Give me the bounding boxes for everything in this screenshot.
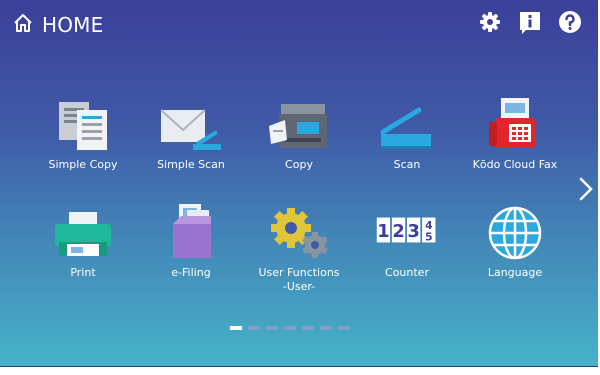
- page-dot: [266, 326, 278, 330]
- app-label: Kōdo Cloud Fax: [472, 158, 558, 171]
- counter-digit: 3: [407, 222, 419, 242]
- app-print[interactable]: Print: [33, 200, 133, 280]
- page-title: HOME: [42, 13, 104, 37]
- app-label: Copy: [285, 158, 313, 171]
- page-dot: [248, 326, 260, 330]
- printer-icon: [51, 200, 115, 260]
- app-label: Scan: [393, 158, 421, 171]
- app-language[interactable]: Language: [465, 200, 565, 280]
- counter-digit: 2: [392, 222, 404, 242]
- page-dot-active: [230, 326, 242, 330]
- globe-icon: [483, 200, 547, 260]
- app-kodo-cloud-fax[interactable]: Kōdo Cloud Fax: [465, 92, 565, 172]
- question-icon[interactable]: [558, 10, 582, 34]
- info-icon[interactable]: [518, 10, 542, 34]
- home-screen: HOME Simple Copy Simple Scan Copy Scan K…: [0, 0, 598, 367]
- app-label: e-Filing: [171, 266, 211, 279]
- page-indicator: [230, 326, 350, 330]
- counter-icon: 1 2 3 4 5: [375, 200, 439, 260]
- app-label: Counter: [385, 266, 429, 279]
- page-dot: [338, 326, 350, 330]
- app-simple-scan[interactable]: Simple Scan: [141, 92, 241, 172]
- home-icon: [12, 12, 34, 38]
- app-user-functions[interactable]: User Functions -User-: [249, 200, 349, 294]
- app-copy[interactable]: Copy: [249, 92, 349, 172]
- page-dot: [284, 326, 296, 330]
- e-filing-icon: [159, 200, 223, 260]
- page-dot: [320, 326, 332, 330]
- app-label: User Functions -User-: [258, 266, 340, 293]
- page-dot: [302, 326, 314, 330]
- top-bar: HOME: [0, 0, 598, 50]
- app-label: Language: [487, 266, 543, 279]
- app-counter[interactable]: 1 2 3 4 5 Counter: [357, 200, 457, 280]
- fax-icon: [483, 92, 547, 152]
- counter-digit: 1: [377, 222, 389, 242]
- app-scan[interactable]: Scan: [357, 92, 457, 172]
- gears-icon: [267, 200, 331, 260]
- app-label: Simple Copy: [48, 158, 118, 171]
- app-label: Simple Scan: [157, 158, 225, 171]
- scanner-icon: [375, 92, 439, 152]
- simple-copy-icon: [51, 92, 115, 152]
- simple-scan-icon: [159, 92, 223, 152]
- app-simple-copy[interactable]: Simple Copy: [33, 92, 133, 172]
- home-button[interactable]: HOME: [12, 10, 103, 40]
- app-label: Print: [70, 266, 96, 279]
- counter-digit: 5: [425, 231, 432, 244]
- app-e-filing[interactable]: e-Filing: [141, 200, 241, 280]
- gear-icon[interactable]: [478, 10, 502, 34]
- copier-icon: [267, 92, 331, 152]
- next-page-arrow[interactable]: [575, 175, 597, 203]
